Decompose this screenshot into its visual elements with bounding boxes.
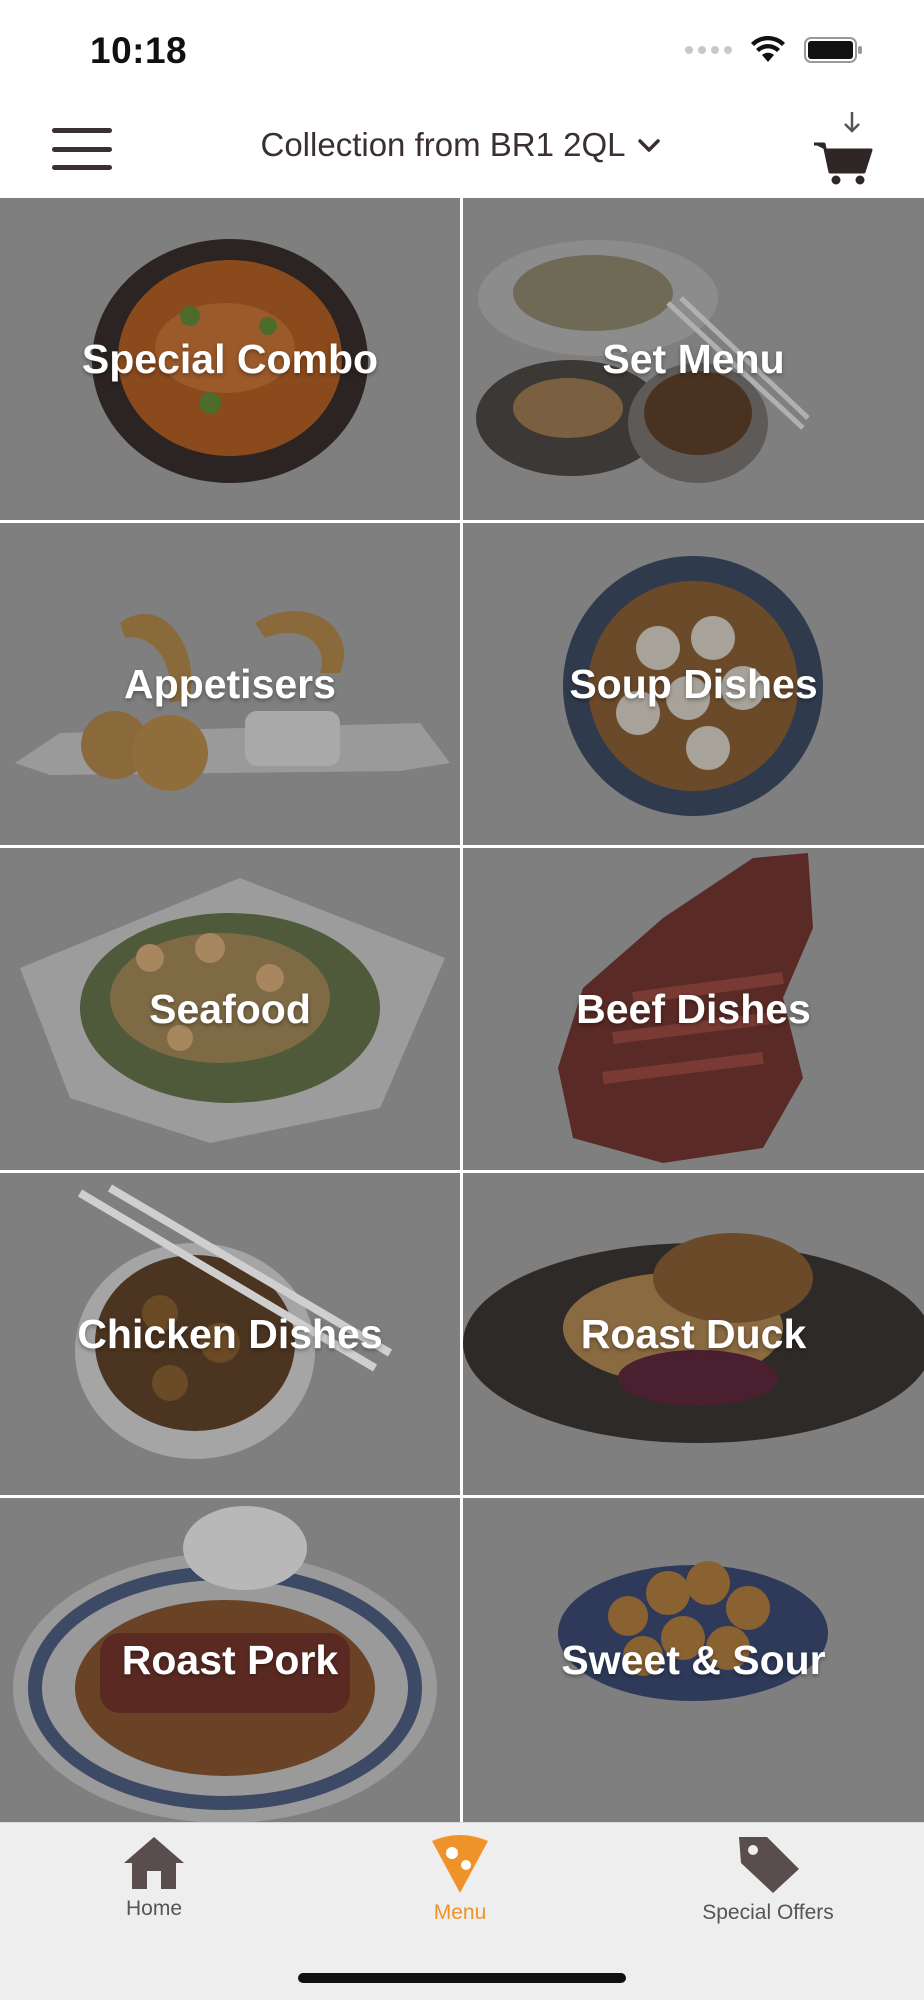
category-label: Seafood [149, 985, 311, 1032]
home-indicator [298, 1973, 626, 1983]
tag-icon [739, 1837, 799, 1893]
category-tile-appetisers[interactable]: Appetisers [0, 523, 460, 845]
status-time: 10:18 [90, 30, 188, 71]
nav-item-label: Menu [433, 1901, 487, 1924]
category-label: Roast Duck [580, 1310, 807, 1357]
battery-icon [804, 37, 862, 63]
nav-item-label: Special Offers [702, 1901, 834, 1924]
category-label: Special Combo [81, 335, 379, 382]
category-tile-soup-dishes[interactable]: Soup Dishes [463, 523, 924, 845]
category-tile-special-combo[interactable]: Special Combo [0, 198, 460, 520]
category-tile-chicken-dishes[interactable]: Chicken Dishes [0, 1173, 460, 1495]
nav-item-label: Home [125, 1897, 183, 1920]
collection-location-label: Collection from BR1 2QL [260, 126, 626, 163]
nav-item-special-offers[interactable]: Special Offers [658, 1833, 878, 1943]
category-tile-seafood[interactable]: Seafood [0, 848, 460, 1170]
wifi-icon [751, 36, 785, 62]
home-icon [124, 1837, 184, 1889]
category-tile-roast-pork[interactable]: Roast Pork [0, 1498, 460, 1822]
category-tile-beef-dishes[interactable]: Beef Dishes [463, 848, 924, 1170]
category-label: Sweet & Sour [561, 1636, 826, 1683]
category-tile-roast-duck[interactable]: Roast Duck [463, 1173, 924, 1495]
category-label: Chicken Dishes [77, 1310, 383, 1357]
pizza-slice-icon [432, 1835, 488, 1893]
status-icons [685, 36, 864, 64]
chevron-down-icon [638, 139, 661, 152]
collection-location-selector[interactable]: Collection from BR1 2QL [0, 126, 924, 164]
category-label: Set Menu [602, 335, 785, 382]
category-label: Beef Dishes [576, 985, 811, 1032]
category-label: Appetisers [124, 660, 336, 707]
cellular-signal-icon [685, 46, 732, 54]
status-bar: 10:18 [0, 0, 924, 100]
category-tile-set-menu[interactable]: Set Menu [463, 198, 924, 520]
nav-item-home[interactable]: Home [44, 1833, 264, 1943]
category-grid: Special Combo Set Menu Appetisers Soup D… [0, 198, 924, 1822]
app-header: Collection from BR1 2QL [0, 100, 924, 198]
cart-icon[interactable] [812, 110, 874, 186]
category-label: Roast Pork [121, 1636, 339, 1683]
category-label: Soup Dishes [569, 660, 818, 707]
category-tile-sweet-and-sour[interactable]: Sweet & Sour [463, 1498, 924, 1822]
nav-item-menu[interactable]: Menu [350, 1833, 570, 1943]
